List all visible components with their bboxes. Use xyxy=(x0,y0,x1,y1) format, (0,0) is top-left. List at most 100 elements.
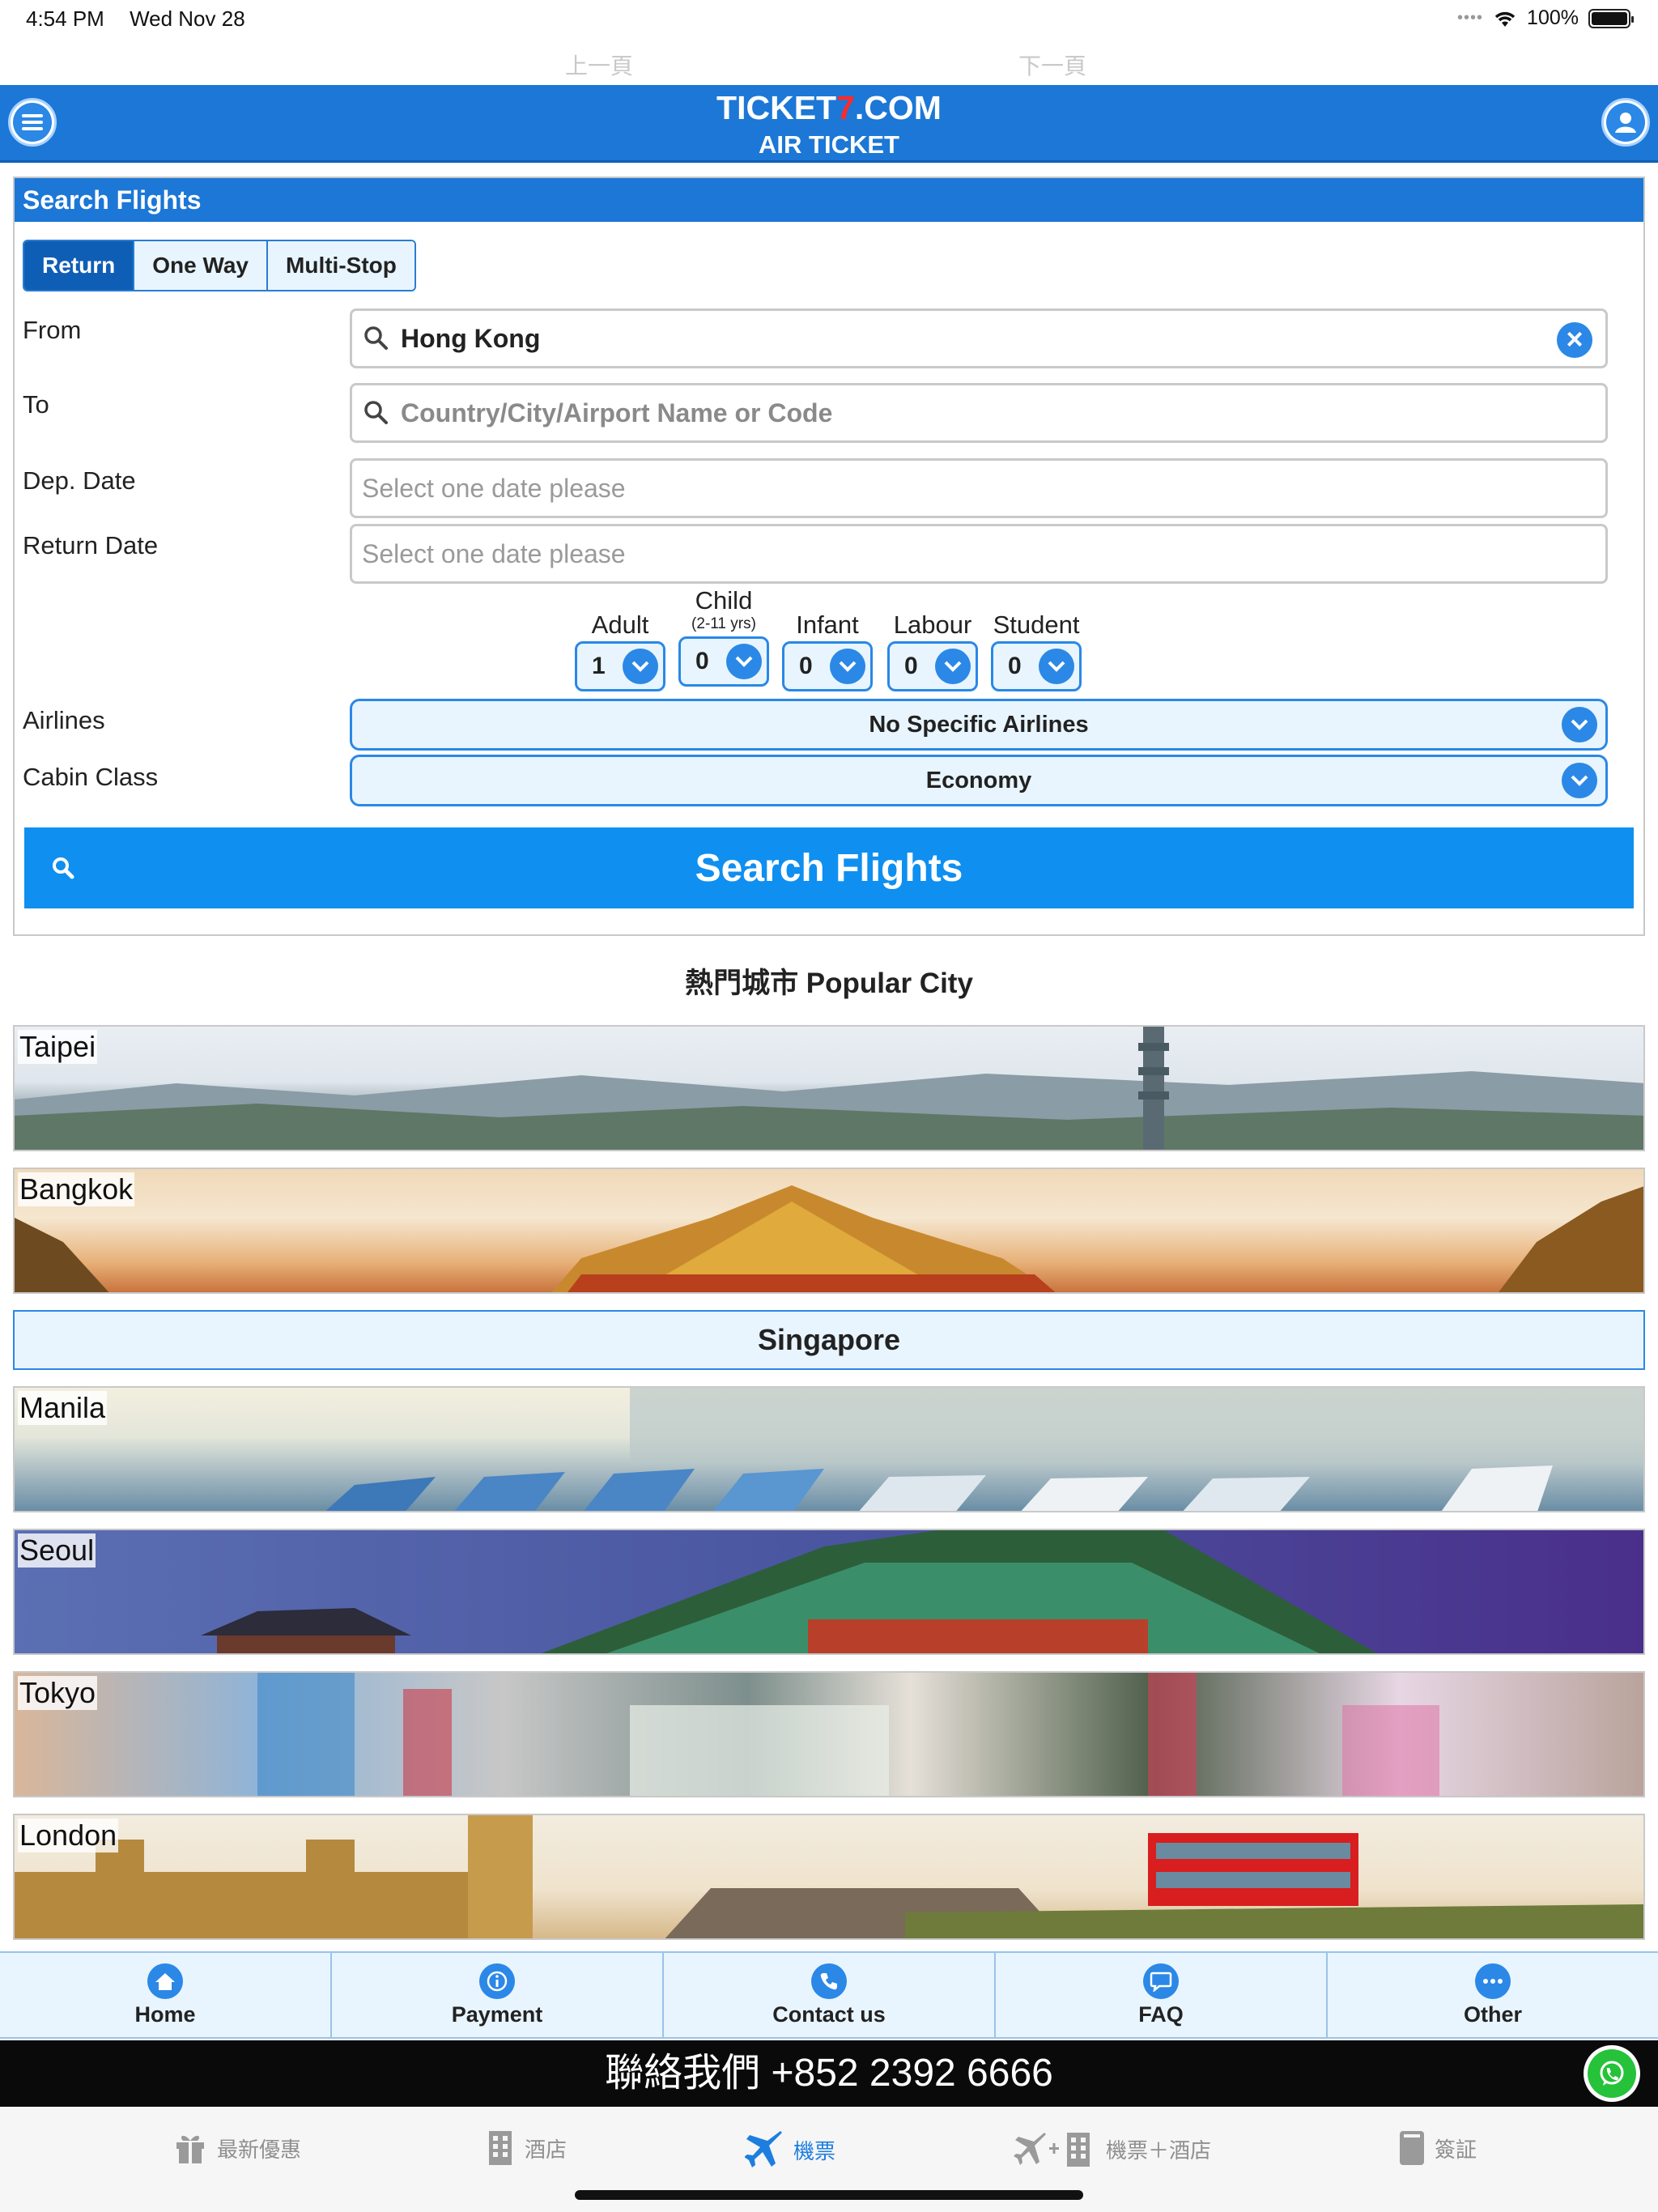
child-group: Child (2-11 yrs) 0 xyxy=(678,586,769,687)
battery-icon xyxy=(1588,8,1634,28)
bangkok-image xyxy=(15,1185,1643,1292)
more-icon xyxy=(1475,1963,1511,1999)
wifi-icon xyxy=(1494,11,1516,27)
whatsapp-button[interactable] xyxy=(1584,2045,1640,2102)
chevron-down-icon xyxy=(1562,763,1597,798)
app-header: TICKET7.COM AIR TICKET xyxy=(0,85,1658,163)
status-date: Wed Nov 28 xyxy=(130,6,245,31)
cabin-class-label: Cabin Class xyxy=(23,763,159,791)
airlines-select[interactable]: No Specific Airlines xyxy=(350,699,1608,751)
tab-return[interactable]: Return xyxy=(24,241,135,290)
search-icon xyxy=(364,326,388,350)
contact-bar[interactable]: 聯絡我們 +852 2392 6666 xyxy=(0,2040,1658,2107)
infant-group: Infant 0 xyxy=(782,610,873,691)
nav-contact-us[interactable]: Contact us xyxy=(664,1953,996,2037)
search-icon xyxy=(53,857,74,879)
city-name: Manila xyxy=(18,1391,108,1425)
home-icon xyxy=(147,1963,183,1999)
from-field[interactable]: Hong Kong × xyxy=(350,308,1608,368)
phone-icon xyxy=(811,1963,847,1999)
city-name: Bangkok xyxy=(18,1172,135,1206)
infant-select[interactable]: 0 xyxy=(782,641,873,691)
to-placeholder: Country/City/Airport Name or Code xyxy=(401,398,833,428)
building-icon xyxy=(489,2131,512,2165)
seoul-image xyxy=(201,1530,1378,1653)
bottom-nav: Home Payment Contact us FAQ Other xyxy=(0,1951,1658,2039)
labour-select[interactable]: 0 xyxy=(887,641,978,691)
child-label: Child xyxy=(695,586,753,615)
tab-air-ticket[interactable]: 機票 xyxy=(745,2129,835,2170)
city-card-tokyo[interactable]: Tokyo xyxy=(13,1671,1645,1797)
labour-group: Labour 0 xyxy=(887,610,978,691)
city-card-manila[interactable]: Manila xyxy=(13,1386,1645,1512)
chat-bubble-icon xyxy=(1143,1963,1179,1999)
city-card-london[interactable]: London xyxy=(13,1814,1645,1940)
plane-plus-hotel-icon xyxy=(1014,2133,1090,2167)
popular-city-title: 熱門城市 Popular City xyxy=(685,968,973,999)
infant-label: Infant xyxy=(796,610,859,639)
cabin-class-select[interactable]: Economy xyxy=(350,755,1608,806)
dep-date-label: Dep. Date xyxy=(23,466,136,495)
chevron-down-icon xyxy=(830,649,865,684)
whatsapp-icon xyxy=(1588,2049,1636,2098)
search-flights-button[interactable]: Search Flights xyxy=(24,827,1634,908)
home-indicator xyxy=(575,2190,1083,2200)
nav-other[interactable]: Other xyxy=(1328,1953,1658,2037)
student-group: Student 0 xyxy=(991,610,1082,691)
city-card-taipei[interactable]: Taipei xyxy=(13,1025,1645,1151)
tab-air-hotel[interactable]: 機票＋酒店 xyxy=(1014,2129,1211,2168)
chevron-down-icon xyxy=(726,644,762,679)
next-page-link[interactable]: 下一頁 xyxy=(1018,49,1086,81)
brand-logo[interactable]: TICKET7.COM xyxy=(0,90,1658,125)
cabin-class-value: Economy xyxy=(925,767,1032,793)
child-select[interactable]: 0 xyxy=(678,636,769,687)
manila-image xyxy=(325,1388,1643,1511)
city-card-bangkok[interactable]: Bangkok xyxy=(13,1168,1645,1294)
trip-type-tabs: Return One Way Multi-Stop xyxy=(23,240,416,291)
passport-icon xyxy=(1400,2131,1424,2165)
child-age-hint: (2-11 yrs) xyxy=(691,615,756,632)
prev-page-link[interactable]: 上一頁 xyxy=(565,49,633,81)
user-icon xyxy=(1606,103,1645,142)
passenger-selectors: Adult 1 Child (2-11 yrs) 0 Infant 0 Labo… xyxy=(575,586,1151,691)
adult-select[interactable]: 1 xyxy=(575,641,665,691)
adult-label: Adult xyxy=(591,610,649,639)
signal-icon: •••• xyxy=(1457,9,1484,27)
page-title: AIR TICKET xyxy=(759,130,899,159)
return-date-field[interactable]: Select one date please xyxy=(350,524,1608,584)
nav-payment[interactable]: Payment xyxy=(332,1953,664,2037)
tab-one-way[interactable]: One Way xyxy=(134,241,269,290)
city-card-seoul[interactable]: Seoul xyxy=(13,1529,1645,1655)
airlines-label: Airlines xyxy=(23,706,105,734)
from-label: From xyxy=(23,316,82,344)
return-date-placeholder: Select one date please xyxy=(362,538,626,568)
chevron-down-icon xyxy=(1039,649,1074,684)
account-button[interactable] xyxy=(1601,98,1650,147)
clear-icon[interactable]: × xyxy=(1557,322,1592,358)
gift-icon xyxy=(176,2135,204,2163)
adult-group: Adult 1 xyxy=(575,610,665,691)
city-card-singapore[interactable]: Singapore xyxy=(13,1310,1645,1370)
tab-latest-offers[interactable]: 最新優惠 xyxy=(172,2129,301,2167)
nav-home[interactable]: Home xyxy=(0,1953,332,2037)
student-label: Student xyxy=(993,610,1080,639)
from-value: Hong Kong xyxy=(401,323,541,353)
dep-date-field[interactable]: Select one date please xyxy=(350,458,1608,518)
plane-icon xyxy=(745,2131,782,2167)
chevron-down-icon xyxy=(935,649,971,684)
student-select[interactable]: 0 xyxy=(991,641,1082,691)
status-bar-right: •••• 100% xyxy=(1457,6,1634,30)
chevron-down-icon xyxy=(623,649,658,684)
contact-phone: 聯絡我們 +852 2392 6666 xyxy=(605,2052,1053,2095)
to-field[interactable]: Country/City/Airport Name or Code xyxy=(350,383,1608,443)
tab-multi-stop[interactable]: Multi-Stop xyxy=(268,241,414,290)
status-time: 4:54 PM xyxy=(26,6,104,31)
tokyo-image xyxy=(257,1673,1439,1796)
city-name: London xyxy=(18,1819,119,1853)
status-bar-left: 4:54 PM Wed Nov 28 xyxy=(26,6,265,32)
nav-faq[interactable]: FAQ xyxy=(996,1953,1328,2037)
tab-visa[interactable]: 簽証 xyxy=(1397,2129,1477,2167)
search-button-label: Search Flights xyxy=(695,846,963,890)
tab-hotel[interactable]: 酒店 xyxy=(484,2129,567,2167)
dep-date-placeholder: Select one date please xyxy=(362,473,626,503)
